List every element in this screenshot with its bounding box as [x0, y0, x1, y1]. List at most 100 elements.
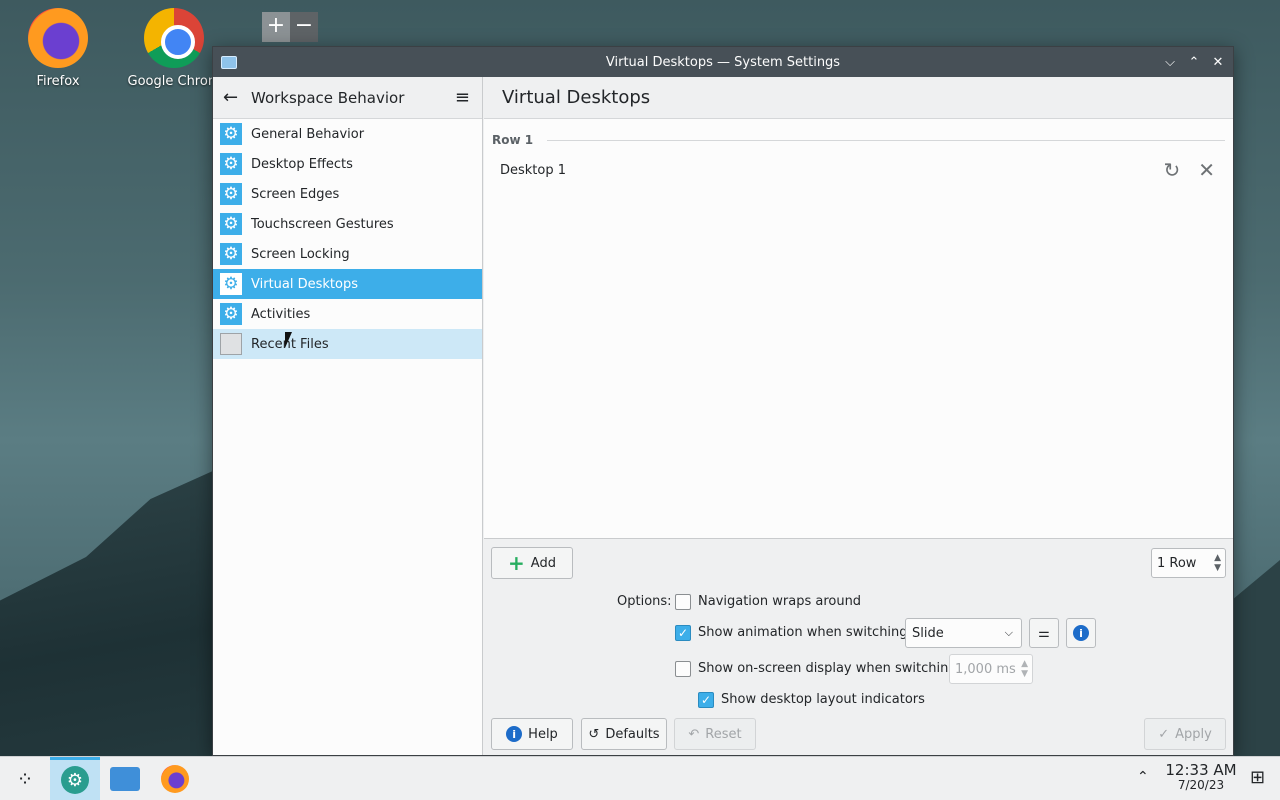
rename-refresh-icon[interactable]: ↻ [1163, 158, 1180, 182]
maximize-button[interactable]: ⌃ [1187, 55, 1201, 70]
row-heading-label: Row 1 [492, 133, 534, 147]
minimize-button[interactable]: ⌵ [1163, 55, 1177, 70]
sidebar-item-label: Screen Locking [251, 246, 350, 262]
clock-date: 7/20/23 [1177, 777, 1225, 792]
recent-files-icon [220, 333, 242, 355]
digital-clock[interactable]: 12:33 AM 7/20/23 [1160, 762, 1242, 792]
gear-icon: ⚙ [220, 303, 242, 325]
help-button-label: Help [528, 726, 558, 742]
animation-info-button[interactable]: i [1066, 618, 1096, 648]
remove-desktop-icon[interactable]: ✕ [1198, 158, 1215, 182]
desktops-list: Row 1 Desktop 1 ↻ ✕ [484, 119, 1233, 539]
help-icon: i [506, 726, 523, 742]
hamburger-menu-icon[interactable]: ≡ [455, 87, 470, 108]
desktop-name[interactable]: Desktop 1 [500, 163, 566, 178]
checkmark-icon: ✓ [1158, 726, 1170, 742]
close-button[interactable]: ✕ [1211, 55, 1225, 70]
taskbar-file-manager[interactable] [100, 757, 150, 800]
animation-checkbox[interactable]: ✓ [675, 625, 691, 641]
animation-label[interactable]: Show animation when switching: [698, 625, 912, 640]
zoom-in-button[interactable]: + [262, 12, 290, 42]
main-panel: Virtual Desktops Row 1 Desktop 1 ↻ ✕ + A… [484, 77, 1233, 755]
animation-settings-button[interactable]: ⚌ [1029, 618, 1059, 648]
options-label: Options: [617, 594, 672, 609]
spin-arrows-icon[interactable]: ▲ ▼ [1214, 553, 1221, 573]
add-desktop-button[interactable]: + Add [491, 547, 573, 579]
gear-icon: ⚙ [220, 213, 242, 235]
folder-icon [110, 766, 140, 791]
sliders-icon: ⚌ [1038, 625, 1050, 641]
desktop-row-actions: ↻ ✕ [1163, 158, 1215, 182]
desktop-icon-firefox[interactable]: Firefox [8, 8, 108, 89]
sidebar-item-recent-files[interactable]: Recent Files [213, 329, 482, 359]
apply-button[interactable]: ✓ Apply [1144, 718, 1226, 750]
sidebar-item-label: Touchscreen Gestures [251, 216, 394, 232]
osd-duration-value: 1,000 ms [955, 661, 1016, 677]
gear-icon: ⚙ [220, 243, 242, 265]
rows-spinbox[interactable]: 1 Row ▲ ▼ [1151, 548, 1226, 578]
chevron-down-icon: ⌵ [1004, 626, 1013, 639]
sidebar-item-label: Virtual Desktops [251, 276, 358, 292]
add-button-label: Add [530, 555, 556, 571]
desktop-icon-label: Firefox [36, 74, 80, 89]
info-icon: i [1073, 625, 1089, 641]
sidebar-item-label: Desktop Effects [251, 156, 353, 172]
row-heading-divider [547, 139, 1225, 141]
sidebar-item-general-behavior[interactable]: ⚙ General Behavior [213, 119, 482, 149]
gear-icon: ⚙ [220, 123, 242, 145]
sidebar-item-label: Screen Edges [251, 186, 340, 202]
help-button[interactable]: i Help [491, 718, 573, 750]
animation-select-value: Slide [912, 625, 944, 641]
apply-button-label: Apply [1175, 726, 1212, 742]
sidebar-item-screen-edges[interactable]: ⚙ Screen Edges [213, 179, 482, 209]
system-tray-expand-icon[interactable]: ⌃ [1137, 769, 1149, 785]
sidebar-item-virtual-desktops[interactable]: ⚙ Virtual Desktops [213, 269, 482, 299]
firefox-icon [28, 8, 88, 68]
taskbar: ⁘ ⚙ ⌃ 12:33 AM 7/20/23 ⊞ [0, 756, 1280, 800]
defaults-button[interactable]: ↺ Defaults [581, 718, 667, 750]
layout-indicators-checkbox[interactable]: ✓ [698, 692, 714, 708]
show-desktop-icon[interactable]: ⊞ [1250, 767, 1265, 788]
wrap-checkbox[interactable] [675, 594, 691, 610]
application-launcher-icon[interactable]: ⁘ [0, 757, 50, 800]
chrome-icon [144, 8, 204, 68]
desktop-row[interactable]: Desktop 1 ↻ ✕ [484, 149, 1233, 191]
back-arrow-icon[interactable]: ← [223, 87, 245, 108]
zoom-widget: + − [262, 12, 319, 42]
sidebar-item-label: General Behavior [251, 126, 365, 142]
sidebar-item-screen-locking[interactable]: ⚙ Screen Locking [213, 239, 482, 269]
gear-icon: ⚙ [220, 273, 242, 295]
reset-button[interactable]: ↶ Reset [674, 718, 756, 750]
mouse-cursor [285, 332, 292, 348]
window-titlebar[interactable]: Virtual Desktops — System Settings ⌵ ⌃ ✕ [213, 47, 1233, 77]
sidebar-item-activities[interactable]: ⚙ Activities [213, 299, 482, 329]
row-heading: Row 1 [484, 119, 1233, 147]
sidebar-item-label: Activities [251, 306, 311, 322]
defaults-button-label: Defaults [605, 726, 660, 742]
system-settings-icon: ⚙ [61, 766, 89, 794]
desktop-icon-chrome[interactable]: Google Chrom [124, 8, 224, 89]
osd-checkbox[interactable] [675, 661, 691, 677]
rows-value: 1 Row [1157, 555, 1197, 571]
sidebar-title: Workspace Behavior [251, 88, 405, 107]
zoom-out-button[interactable]: − [290, 12, 318, 42]
page-title: Virtual Desktops [484, 77, 1233, 119]
wallpaper-mountain [0, 470, 215, 760]
system-settings-window: Virtual Desktops — System Settings ⌵ ⌃ ✕… [212, 46, 1234, 756]
osd-duration-spinbox[interactable]: 1,000 ms ▲ ▼ [949, 654, 1033, 684]
taskbar-firefox[interactable] [150, 757, 200, 800]
spin-arrows-icon[interactable]: ▲ ▼ [1021, 659, 1028, 679]
sidebar-item-touchscreen-gestures[interactable]: ⚙ Touchscreen Gestures [213, 209, 482, 239]
wrap-label[interactable]: Navigation wraps around [698, 594, 861, 609]
layout-indicators-label[interactable]: Show desktop layout indicators [721, 692, 925, 707]
sidebar-item-desktop-effects[interactable]: ⚙ Desktop Effects [213, 149, 482, 179]
taskbar-system-settings[interactable]: ⚙ [50, 756, 100, 800]
window-controls: ⌵ ⌃ ✕ [1163, 55, 1225, 70]
wallpaper-mountain-right [1232, 560, 1280, 760]
osd-label[interactable]: Show on-screen display when switching: [698, 661, 961, 676]
plus-icon: + [508, 551, 525, 575]
window-title: Virtual Desktops — System Settings [605, 54, 841, 70]
clock-time: 12:33 AM [1165, 761, 1237, 779]
gear-icon: ⚙ [220, 153, 242, 175]
animation-select[interactable]: Slide ⌵ [905, 618, 1022, 648]
